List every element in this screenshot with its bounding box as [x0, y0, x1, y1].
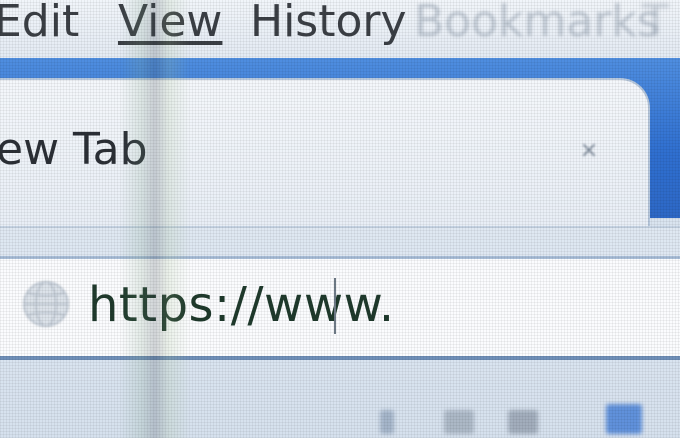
bookmark-icon[interactable] — [508, 410, 538, 434]
text-cursor — [334, 278, 336, 334]
close-icon[interactable]: × — [578, 140, 600, 162]
menu-edit[interactable]: Edit — [0, 0, 79, 50]
browser-window: Edit View History Bookmarks T ew Tab × h… — [0, 0, 680, 438]
menu-history[interactable]: History — [250, 0, 407, 50]
menu-view[interactable]: View — [118, 0, 222, 50]
bookmark-icon[interactable] — [444, 410, 474, 434]
menu-bookmarks[interactable]: Bookmarks — [414, 0, 660, 50]
globe-icon — [23, 281, 69, 327]
bookmark-toolbar — [380, 398, 680, 438]
bookmark-icon[interactable] — [380, 410, 394, 434]
menu-view-label: View — [118, 0, 223, 47]
tab-title: ew Tab — [0, 124, 148, 175]
bookmark-icon[interactable] — [606, 404, 642, 434]
menu-tools[interactable]: T — [642, 0, 669, 50]
menu-bar: Edit View History Bookmarks T — [0, 0, 680, 62]
address-input[interactable]: https://www. — [88, 276, 395, 334]
